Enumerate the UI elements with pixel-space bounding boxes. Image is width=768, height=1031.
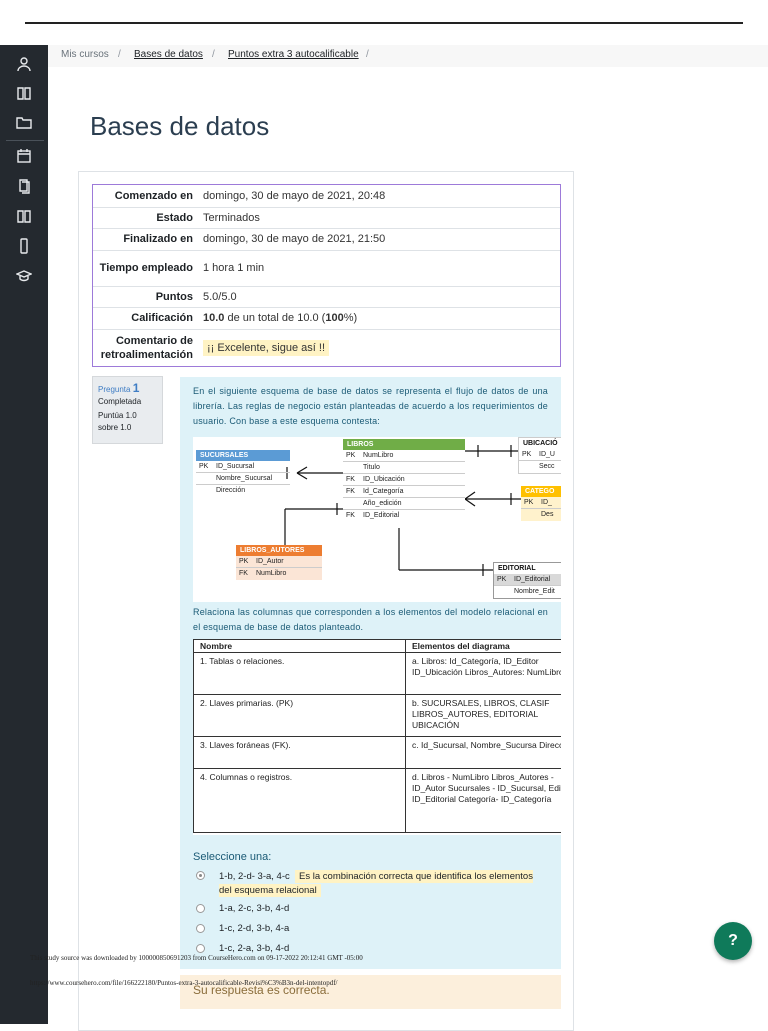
question-info: Pregunta 1 Completada Puntúa 1.0 sobre 1…	[92, 376, 163, 444]
table-header: Elementos del diagrama	[405, 639, 561, 653]
entity-categoria: CATEGO PK ID_ Des	[521, 486, 561, 521]
er-diagram: SUCURSALES PK ID_Sucursal Nombre_Sucursal…	[193, 437, 561, 602]
breadcrumb-separator: /	[118, 49, 121, 60]
mobile-icon[interactable]	[12, 235, 36, 257]
grade-value: 10.0 de un total de 10.0 (100%)	[201, 307, 560, 330]
entity-libros: LIBROS PK NumLibro Titulo FK ID_Ubicación …	[343, 439, 465, 522]
page-title: Bases de datos	[90, 111, 270, 141]
calendar-icon[interactable]	[12, 145, 36, 167]
sidebar-divider	[6, 140, 44, 141]
answer-options: Seleccione una: 1-b, 2-d- 3-a, 4-c Es la…	[180, 837, 561, 969]
summary-key: Comenzado en	[93, 185, 201, 208]
breadcrumb-separator: /	[366, 49, 369, 60]
watermark-line-1: This study source was downloaded by 1000…	[30, 954, 363, 962]
radio[interactable]	[196, 944, 205, 953]
radio-selected[interactable]	[196, 871, 205, 880]
user-icon[interactable]	[12, 53, 36, 75]
folder-icon[interactable]	[12, 111, 36, 133]
book-icon[interactable]	[12, 82, 36, 104]
graduation-cap-icon[interactable]	[12, 265, 36, 287]
table-header: Nombre	[193, 639, 406, 653]
entity-sucursales: SUCURSALES PK ID_Sucursal Nombre_Sucursal…	[196, 450, 290, 497]
select-one-label: Seleccione una:	[193, 851, 272, 863]
library-icon[interactable]	[12, 205, 36, 227]
summary-key: Finalizado en	[93, 228, 201, 251]
answer-option-3[interactable]: 1-c, 2-d, 3-b, 4-a	[196, 923, 289, 934]
summary-key: Comentario de retroalimentación	[100, 334, 193, 361]
summary-key: Puntos	[93, 286, 201, 308]
question-number: 1	[132, 381, 140, 395]
relation-table: Nombre Elementos del diagrama 1. Tablas o…	[193, 639, 561, 835]
entity-libros-autores: LIBROS_AUTORES PK ID_Autor FK NumLibro	[236, 545, 322, 580]
table-row: 4. Columnas o registros. d. Libros - Num…	[193, 768, 561, 833]
summary-key: Tiempo empleado	[93, 250, 201, 287]
summary-value: 5.0/5.0	[201, 286, 560, 308]
summary-value: domingo, 30 de mayo de 2021, 20:48	[201, 185, 560, 208]
breadcrumb: Mis cursos / Bases de datos / Puntos ext…	[48, 45, 768, 67]
summary-value: Terminados	[201, 207, 560, 229]
attempt-summary: Comenzado en domingo, 30 de mayo de 2021,…	[92, 184, 561, 367]
radio[interactable]	[196, 924, 205, 933]
breadcrumb-course[interactable]: Bases de datos	[134, 49, 203, 60]
summary-value: domingo, 30 de mayo de 2021, 21:50	[201, 228, 560, 251]
page: Mis cursos / Bases de datos / Puntos ext…	[48, 45, 768, 1031]
entity-ubicacion: UBICACIÓ PK ID_U Secc	[518, 437, 561, 474]
question-score: Puntúa 1.0 sobre 1.0	[98, 411, 137, 432]
summary-key: Estado	[93, 207, 201, 229]
summary-key: Calificación	[93, 307, 201, 330]
feedback-text: ¡¡ Excelente, sigue así !!	[203, 339, 329, 356]
sidebar	[0, 45, 48, 1024]
answer-option-2[interactable]: 1-a, 2-c, 3-b, 4-d	[196, 903, 289, 914]
breadcrumb-separator: /	[212, 49, 215, 60]
top-rule	[25, 22, 743, 24]
table-row: 1. Tablas o relaciones. a. Libros: Id_Ca…	[193, 652, 561, 695]
question-content: En el siguiente esquema de base de datos…	[180, 377, 561, 841]
quiz-review: Comenzado en domingo, 30 de mayo de 2021,…	[78, 171, 574, 1031]
breadcrumb-quiz[interactable]: Puntos extra 3 autocalificable	[228, 49, 359, 60]
watermark-line-2[interactable]: https://www.coursehero.com/file/16622218…	[30, 979, 337, 987]
summary-value: 1 hora 1 min	[201, 250, 560, 287]
help-button[interactable]: ?	[714, 922, 752, 960]
answer-option-4[interactable]: 1-c, 2-a, 3-b, 4-d	[196, 943, 289, 954]
documents-icon[interactable]	[12, 175, 36, 197]
question-instruction: Relaciona las columnas que corresponden …	[193, 607, 548, 632]
radio[interactable]	[196, 904, 205, 913]
table-row: 2. Llaves primarias. (PK) b. SUCURSALES,…	[193, 694, 561, 737]
question-text: En el siguiente esquema de base de datos…	[193, 386, 548, 426]
table-row: 3. Llaves foráneas (FK). c. Id_Sucursal,…	[193, 736, 561, 769]
breadcrumb-my-courses[interactable]: Mis cursos	[61, 49, 109, 60]
question-state: Completada	[98, 397, 142, 406]
entity-editorial: EDITORIAL PK ID_Editorial Nombre_Edit	[493, 562, 561, 599]
answer-option-1[interactable]: 1-b, 2-d- 3-a, 4-c Es la combinación cor…	[196, 870, 536, 898]
